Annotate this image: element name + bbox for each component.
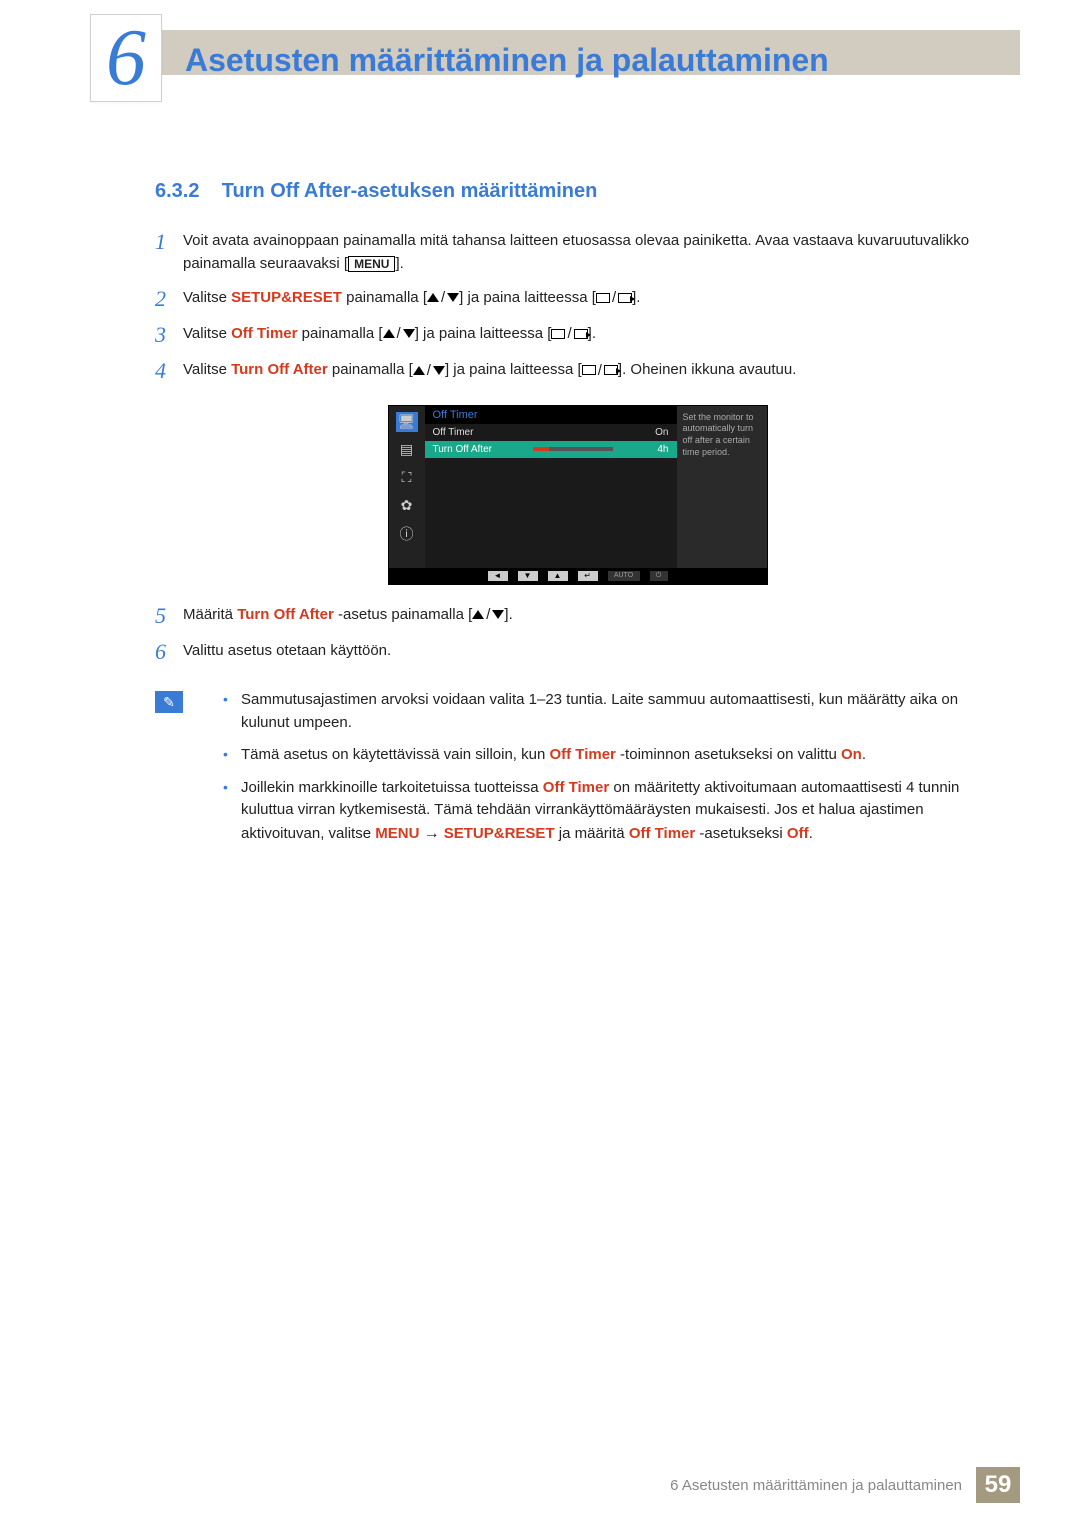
osd-heading: Off Timer bbox=[425, 406, 677, 424]
osd-left-icon: ◄ bbox=[488, 571, 508, 581]
osd-sidebar: 🖥 ▤ ⛶ ✿ ⓘ bbox=[389, 406, 425, 568]
updown-icon: / bbox=[427, 286, 459, 309]
osd-auto-button: AUTO bbox=[608, 571, 640, 581]
box-enter-icon: / bbox=[551, 322, 587, 345]
note-item: Tämä asetus on käytettävissä vain silloi… bbox=[223, 744, 1000, 767]
step-num: 5 bbox=[155, 603, 183, 629]
step-num: 3 bbox=[155, 322, 183, 348]
step-body: Määritä Turn Off After -asetus painamall… bbox=[183, 603, 1000, 627]
note-item: Joillekin markkinoille tarkoitetuissa tu… bbox=[223, 777, 1000, 846]
arrow-right-icon: → bbox=[424, 825, 440, 842]
section-heading: Turn Off After-asetuksen määrittäminen bbox=[222, 180, 598, 202]
step-1: 1 Voit avata avainoppaan painamalla mitä… bbox=[155, 229, 1000, 276]
step-num: 2 bbox=[155, 286, 183, 312]
note-icon: ✎ bbox=[155, 691, 183, 713]
step-6: 6 Valittu asetus otetaan käyttöön. bbox=[155, 639, 1000, 665]
updown-icon: / bbox=[413, 359, 445, 382]
step-body: Valittu asetus otetaan käyttöön. bbox=[183, 639, 1000, 662]
osd-buttons: ◄ ▼ ▲ ↵ AUTO ⏻ bbox=[389, 568, 767, 584]
section-title: 6.3.2 Turn Off After-asetuksen määrittäm… bbox=[155, 180, 1000, 203]
osd-enter-icon: ↵ bbox=[578, 571, 598, 581]
step-num: 6 bbox=[155, 639, 183, 665]
note-item: Sammutusajastimen arvoksi voidaan valita… bbox=[223, 689, 1000, 734]
note-body: Sammutusajastimen arvoksi voidaan valita… bbox=[223, 689, 1000, 856]
note-block: ✎ Sammutusajastimen arvoksi voidaan vali… bbox=[155, 689, 1000, 856]
step-4: 4 Valitse Turn Off After painamalla [/] … bbox=[155, 358, 1000, 384]
gear-icon: ✿ bbox=[396, 496, 418, 516]
section-number: 6.3.2 bbox=[155, 180, 199, 202]
osd-slider bbox=[533, 447, 613, 451]
step-list-2: 5 Määritä Turn Off After -asetus painama… bbox=[155, 603, 1000, 666]
image-icon: ▤ bbox=[396, 440, 418, 460]
osd-power-icon: ⏻ bbox=[650, 571, 668, 581]
step-num: 1 bbox=[155, 229, 183, 255]
osd-content: Off Timer Off Timer On Turn Off After 4h bbox=[425, 406, 677, 568]
footer-text: 6 Asetusten määrittäminen ja palauttamin… bbox=[670, 1477, 962, 1494]
content: 6.3.2 Turn Off After-asetuksen määrittäm… bbox=[155, 180, 1000, 856]
updown-icon: / bbox=[472, 603, 504, 626]
osd-row-turnoffafter: Turn Off After 4h bbox=[425, 441, 677, 458]
resize-icon: ⛶ bbox=[396, 468, 418, 488]
chapter-number: 6 bbox=[106, 18, 146, 98]
step-3: 3 Valitse Off Timer painamalla [/] ja pa… bbox=[155, 322, 1000, 348]
footer-page: 59 bbox=[976, 1467, 1020, 1503]
chapter-title: Asetusten määrittäminen ja palauttaminen bbox=[185, 42, 829, 79]
page: 6 Asetusten määrittäminen ja palauttamin… bbox=[0, 0, 1080, 1527]
menu-label: MENU bbox=[348, 256, 395, 272]
osd-row-offtimer: Off Timer On bbox=[425, 424, 677, 441]
step-5: 5 Määritä Turn Off After -asetus painama… bbox=[155, 603, 1000, 629]
monitor-icon: 🖥 bbox=[396, 412, 418, 432]
step-body: Valitse Turn Off After painamalla [/] ja… bbox=[183, 358, 1000, 382]
chapter-badge: 6 bbox=[90, 14, 162, 102]
step-2: 2 Valitse SETUP&RESET painamalla [/] ja … bbox=[155, 286, 1000, 312]
step-body: Valitse SETUP&RESET painamalla [/] ja pa… bbox=[183, 286, 1000, 310]
step-num: 4 bbox=[155, 358, 183, 384]
step-body: Valitse Off Timer painamalla [/] ja pain… bbox=[183, 322, 1000, 346]
box-enter-icon: / bbox=[582, 359, 618, 382]
osd-help: Set the monitor to automatically turn of… bbox=[677, 406, 767, 568]
osd-down-icon: ▼ bbox=[518, 571, 538, 581]
updown-icon: / bbox=[383, 322, 415, 345]
step-list: 1 Voit avata avainoppaan painamalla mitä… bbox=[155, 229, 1000, 385]
info-icon: ⓘ bbox=[396, 524, 418, 544]
footer: 6 Asetusten määrittäminen ja palauttamin… bbox=[670, 1467, 1020, 1503]
step-body: Voit avata avainoppaan painamalla mitä t… bbox=[183, 229, 1000, 276]
box-enter-icon: / bbox=[596, 286, 632, 309]
osd-window: 🖥 ▤ ⛶ ✿ ⓘ Off Timer Off Timer On Turn Of… bbox=[388, 405, 768, 585]
osd-up-icon: ▲ bbox=[548, 571, 568, 581]
